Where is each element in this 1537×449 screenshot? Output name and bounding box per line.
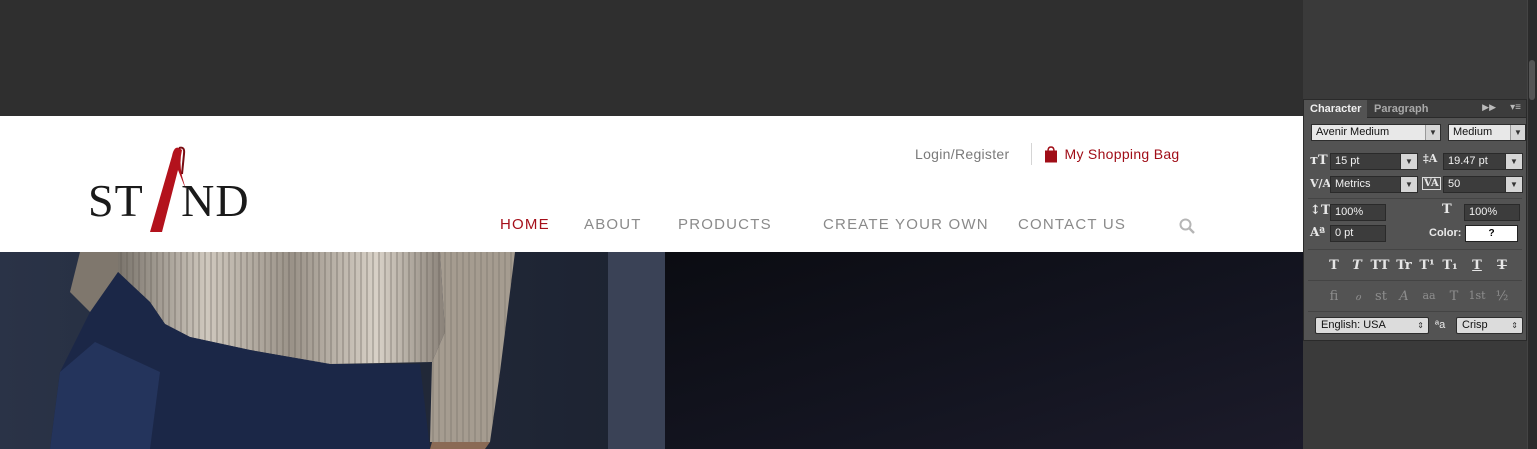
discretionary-ligatures-button[interactable]: st [1371,289,1391,305]
login-register-link[interactable]: Login/Register [905,146,1019,162]
character-panel: Character Paragraph ▶▶ ▾≡ Avenir Medium … [1303,99,1527,341]
swash-button[interactable]: A [1394,289,1414,305]
chevron-down-icon: ▼ [1506,177,1522,192]
shopping-bag-link[interactable]: My Shopping Bag [1044,145,1180,163]
tab-paragraph[interactable]: Paragraph [1368,100,1434,118]
antialias-select[interactable]: Crisp ⇕ [1456,317,1523,334]
alternates-button[interactable]: ℴ [1348,289,1368,305]
utility-divider [1031,143,1033,165]
language-select[interactable]: English: USA ⇕ [1315,317,1429,334]
leading-field[interactable]: 19.47 pt [1443,153,1513,170]
vertical-scale-field[interactable]: 100% [1330,204,1386,221]
panel-tab-bar: Character Paragraph ▶▶ ▾≡ [1304,100,1526,118]
divider [1308,311,1522,312]
font-size-dropdown[interactable]: ▼ [1400,153,1418,170]
up-down-arrows-icon: ⇕ [1511,321,1518,330]
font-size-value: 15 pt [1335,155,1360,167]
color-label: Color: [1429,227,1462,239]
font-family-select[interactable]: Avenir Medium ▼ [1311,124,1441,141]
titling-alternates-button[interactable]: T [1444,289,1464,305]
nav-products[interactable]: PRODUCTS [678,216,772,233]
kerning-dropdown[interactable]: ▼ [1400,176,1418,193]
workspace: ST ND Login/Register My Shopping Bag HOM… [0,0,1537,449]
leading-icon: ‡A [1423,152,1438,165]
small-caps-button[interactable]: Tr [1394,258,1414,274]
chevron-down-icon: ▼ [1401,154,1417,169]
ligatures-button[interactable]: fi [1324,289,1344,305]
nav-about[interactable]: ABOUT [584,216,642,233]
divider [1308,280,1522,281]
site-header: ST ND Login/Register My Shopping Bag HOM… [0,116,1303,252]
vertical-scale-icon: ↕T [1310,203,1331,218]
antialias-icon: ªa [1435,319,1446,331]
panel-collapse-icon[interactable]: ▶▶ [1482,102,1496,113]
hero-image [0,252,1303,449]
ordinals-button[interactable]: 1st [1467,289,1487,305]
all-caps-button[interactable]: TT [1370,258,1390,274]
tab-character[interactable]: Character [1304,100,1368,118]
dock-scrollbar-thumb[interactable] [1529,60,1535,100]
stylistic-alternates-button[interactable]: aa [1419,289,1439,305]
leading-value: 19.47 pt [1448,155,1488,167]
baseline-shift-value: 0 pt [1335,227,1354,239]
tracking-value: 50 [1448,178,1461,190]
fractions-button[interactable]: ½ [1492,289,1512,305]
up-down-arrows-icon: ⇕ [1417,321,1424,330]
faux-bold-button[interactable]: T [1324,258,1344,274]
antialias-value: Crisp [1462,319,1488,331]
panel-menu-icon[interactable]: ▾≡ [1510,102,1521,113]
font-family-value: Avenir Medium [1316,126,1390,138]
search-icon[interactable] [1179,218,1195,234]
divider [1308,249,1522,250]
horizontal-scale-field[interactable]: 100% [1464,204,1520,221]
font-size-icon: ᴛT [1310,153,1328,168]
kerning-icon: V/A [1310,177,1332,190]
font-style-select[interactable]: Medium ▼ [1448,124,1526,141]
tracking-field[interactable]: 50 [1443,176,1513,193]
subscript-button[interactable]: T₁ [1440,258,1460,274]
hero-photo [0,252,1303,449]
tracking-icon: VA [1422,177,1441,190]
utility-nav: Login/Register My Shopping Bag [905,142,1180,166]
shopping-bag-label: My Shopping Bag [1064,146,1180,162]
faux-italic-button[interactable]: T [1347,258,1367,274]
chevron-down-icon: ▼ [1510,125,1525,140]
baseline-shift-icon: Aª [1310,225,1326,239]
chevron-down-icon: ▼ [1506,154,1522,169]
color-swatch[interactable]: ? [1465,225,1518,242]
main-nav: HOME ABOUT PRODUCTS CREATE YOUR OWN CONT… [0,216,1303,238]
font-style-value: Medium [1453,126,1493,138]
baseline-shift-field[interactable]: 0 pt [1330,225,1386,242]
nav-create-your-own[interactable]: CREATE YOUR OWN [823,216,989,233]
vertical-scale-value: 100% [1335,206,1364,218]
nav-contact-us[interactable]: CONTACT US [1018,216,1126,233]
nav-home[interactable]: HOME [500,216,550,233]
chevron-down-icon: ▼ [1401,177,1417,192]
superscript-button[interactable]: T¹ [1417,258,1437,274]
horizontal-scale-icon: T [1442,202,1452,217]
chevron-down-icon: ▼ [1425,125,1440,140]
language-value: English: USA [1321,319,1386,331]
shopping-bag-icon [1045,145,1058,162]
tracking-dropdown[interactable]: ▼ [1505,176,1523,193]
horizontal-scale-value: 100% [1469,206,1498,218]
leading-dropdown[interactable]: ▼ [1505,153,1523,170]
divider [1308,198,1522,199]
strikethrough-button[interactable]: T [1492,258,1512,274]
underline-button[interactable]: T [1467,258,1487,274]
kerning-value: Metrics [1335,178,1371,190]
